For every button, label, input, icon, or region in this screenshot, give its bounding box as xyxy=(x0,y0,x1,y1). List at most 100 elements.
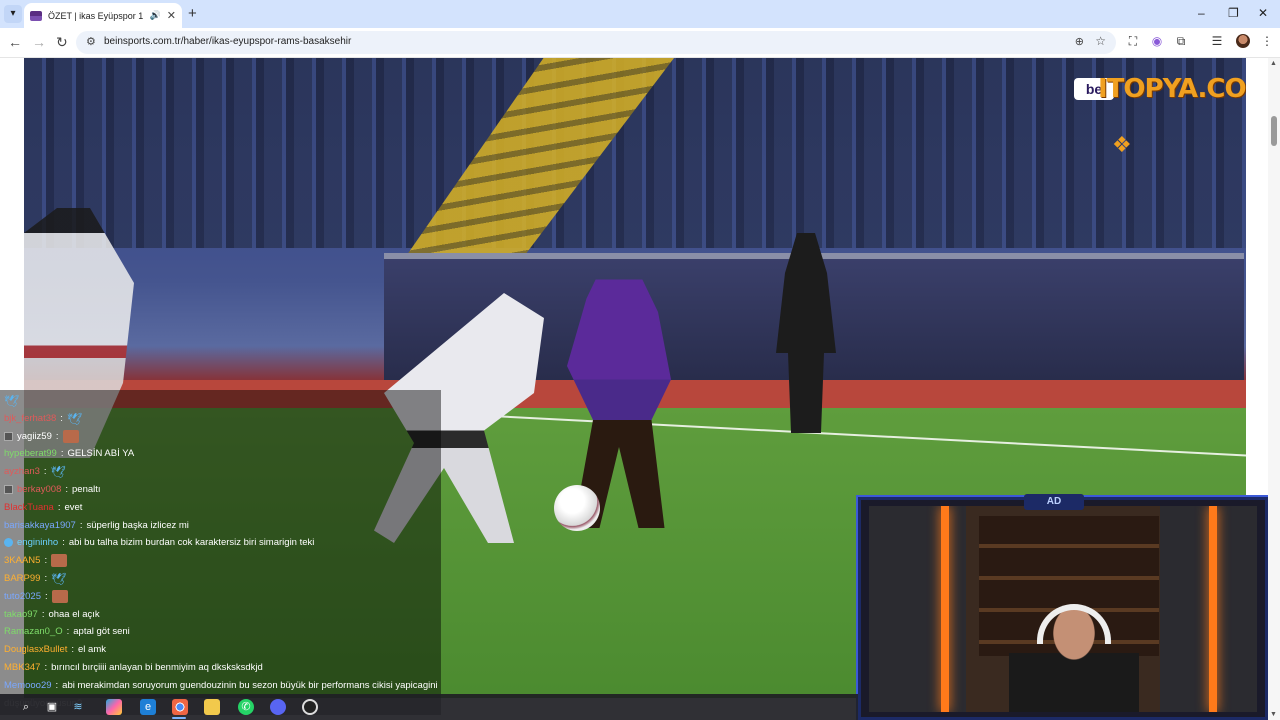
chat-username[interactable]: ayzhan3 xyxy=(4,466,40,477)
chat-username[interactable]: DouglasxBullet xyxy=(4,644,67,655)
tab-active[interactable]: ÖZET | ikas Eyüpspor 1 2 R 🔊 ✕ xyxy=(24,3,182,28)
chat-text: aptal göt seni xyxy=(73,626,130,638)
chat-separator: : xyxy=(44,590,48,602)
chat-separator: : xyxy=(44,662,48,673)
chat-username[interactable]: barisakkaya1907 xyxy=(4,520,76,531)
edge-icon[interactable]: e xyxy=(140,699,156,715)
chat-badge-icon xyxy=(4,538,13,548)
restore-button[interactable]: ❐ xyxy=(1228,6,1239,20)
chat-separator: : xyxy=(71,644,75,656)
chat-separator: : xyxy=(57,501,61,513)
screenshot-extension-icon[interactable]: ⛶ xyxy=(1126,34,1140,48)
chat-emote-icon: 🕊 xyxy=(4,394,20,408)
chat-overlay: 🕊 bjk_ferhat38: 🕊 yagiiz59: hypeberat99: GELS… xyxy=(0,390,441,715)
chat-separator: : xyxy=(44,573,48,584)
neon-light-left xyxy=(941,506,949,712)
browser-toolbar: ← → ↻ ⚙ beinsports.com.tr/haber/ikas-eyu… xyxy=(0,28,1280,58)
chat-message: 🕊 xyxy=(4,392,440,409)
chat-username[interactable]: hypeberat99 xyxy=(4,448,57,459)
chat-separator: : xyxy=(66,626,70,638)
obs-icon[interactable] xyxy=(302,699,318,715)
scrollbar-thumb[interactable] xyxy=(1271,116,1277,146)
whatsapp-icon[interactable]: ✆ xyxy=(238,699,254,715)
chat-username[interactable]: tuto2025 xyxy=(4,591,41,602)
chat-separator: : xyxy=(55,679,59,691)
chat-username[interactable]: Memooo29 xyxy=(4,680,52,691)
chat-username[interactable]: MBK347 xyxy=(4,662,40,673)
discord-icon[interactable] xyxy=(270,699,286,715)
chat-separator: : xyxy=(60,448,64,460)
chat-message: tuto2025: xyxy=(4,588,440,605)
site-info-icon[interactable]: ⚙ xyxy=(86,35,96,48)
zoom-icon[interactable]: ⊕ xyxy=(1075,35,1084,48)
itopya-watermark: ITOPYA.COM xyxy=(1098,74,1246,104)
chat-text: ohaa el açık xyxy=(48,608,100,620)
close-window-button[interactable]: ✕ xyxy=(1258,6,1268,20)
widgets-icon[interactable]: ≋ xyxy=(70,699,86,715)
chat-message: ayzhan3: 🕊 xyxy=(4,463,440,480)
chat-message: Ramazan0_O: aptal göt seni xyxy=(4,623,440,640)
chat-username[interactable]: BlackTuana xyxy=(4,502,54,513)
chrome-icon[interactable] xyxy=(172,699,188,715)
chat-username[interactable]: takao97 xyxy=(4,609,38,620)
chat-separator: : xyxy=(60,412,63,424)
chat-text: el amk xyxy=(78,644,106,656)
url-text[interactable]: beinsports.com.tr/haber/ikas-eyupspor-ra… xyxy=(104,36,351,47)
chat-emote-icon: 🕊 xyxy=(50,465,66,480)
chat-emote-icon xyxy=(51,589,68,603)
chat-emote-icon xyxy=(62,429,79,443)
webcam-logo: AD xyxy=(1024,494,1084,510)
chat-message: bjk_ferhat38: 🕊 xyxy=(4,410,440,427)
neon-light-right xyxy=(1209,506,1217,712)
profile-avatar[interactable] xyxy=(1236,34,1250,48)
extensions-puzzle-icon[interactable]: ⧉ xyxy=(1174,34,1188,48)
explorer-icon[interactable] xyxy=(204,699,220,715)
page-scrollbar[interactable]: ▲ ▼ xyxy=(1268,58,1280,720)
chat-text: GELSİN ABİ YA xyxy=(67,448,135,460)
chat-separator: : xyxy=(62,537,65,549)
chat-message: BARP99: 🕊 xyxy=(4,570,440,587)
tab-title: ÖZET | ikas Eyüpspor 1 2 R xyxy=(48,10,144,21)
reload-icon[interactable]: ↻ xyxy=(56,34,68,51)
chat-message: BlackTuana: evet xyxy=(4,499,440,516)
chat-text: bırıncıl bırçiiii anlayan bi benmiyim aq… xyxy=(51,662,263,673)
tab-search-chevron-down-icon[interactable]: ▾ xyxy=(4,5,22,23)
task-view-icon[interactable]: ▣ xyxy=(44,699,60,715)
chat-text: abi merakimdan soruyorum guendouzinin bu… xyxy=(62,679,438,691)
chat-badge-icon xyxy=(4,485,13,494)
scroll-up-icon[interactable]: ▲ xyxy=(1270,60,1277,67)
chat-separator: : xyxy=(44,555,48,567)
reading-list-icon[interactable]: ☰ xyxy=(1210,34,1224,48)
chat-separator: : xyxy=(55,430,59,442)
minimize-button[interactable]: – xyxy=(1198,6,1205,20)
chat-message: barisakkaya1907: süperlig başka izlicez m… xyxy=(4,517,440,534)
speaker-icon[interactable]: 🔊 xyxy=(150,10,161,21)
bookmark-star-icon[interactable]: ☆ xyxy=(1095,34,1106,48)
chat-emote-icon: 🕊 xyxy=(51,572,67,586)
chat-username[interactable]: bjk_ferhat38 xyxy=(4,413,56,424)
new-tab-plus-icon[interactable]: + xyxy=(188,5,197,22)
ai-extension-icon[interactable]: ◉ xyxy=(1150,34,1164,48)
chat-text: evet xyxy=(64,501,83,513)
chat-username[interactable]: engininho xyxy=(17,537,58,548)
chat-username[interactable]: 3KAAN5 xyxy=(4,555,40,566)
chat-username[interactable]: berkay008 xyxy=(17,484,61,495)
chat-username[interactable]: BARP99 xyxy=(4,573,40,584)
back-arrow-icon[interactable]: ← xyxy=(8,34,22,50)
chat-username[interactable]: yagiiz59 xyxy=(17,431,52,442)
football xyxy=(554,485,600,531)
webcam-feed xyxy=(869,506,1257,712)
chat-emote-icon: 🕊 xyxy=(66,411,83,426)
copilot-icon[interactable] xyxy=(106,699,122,715)
taskbar: ⌕ ▣ ≋ e ✆ xyxy=(0,694,858,720)
scroll-down-icon[interactable]: ▼ xyxy=(1270,711,1277,718)
address-bar[interactable]: ⚙ beinsports.com.tr/haber/ikas-eyupspor-… xyxy=(76,31,1116,54)
menu-kebab-icon[interactable]: ⋮ xyxy=(1260,34,1274,48)
chat-text: süperlig başka izlicez mi xyxy=(86,519,189,531)
chat-message: berkay008: penaltı xyxy=(4,481,440,498)
chat-message: yagiiz59: xyxy=(4,428,440,445)
forward-arrow-icon[interactable]: → xyxy=(32,34,46,50)
tab-close-icon[interactable]: ✕ xyxy=(167,9,176,22)
chat-username[interactable]: Ramazan0_O xyxy=(4,626,63,637)
search-icon[interactable]: ⌕ xyxy=(18,699,34,715)
